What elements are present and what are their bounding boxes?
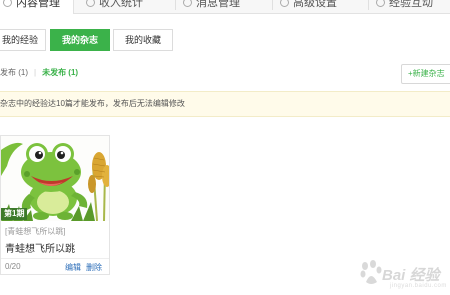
document-icon (3, 0, 12, 7)
tab-content-management[interactable]: 内容管理 (0, 0, 74, 14)
chart-icon (86, 0, 95, 7)
tab-label: 经验互动 (389, 0, 433, 9)
paw-logo-icon (360, 260, 382, 284)
subtab-my-favorites[interactable]: 我的收藏 (113, 29, 173, 51)
publish-filter: 发布 (1) | 未发布 (1) (0, 67, 78, 78)
tab-divider (368, 0, 369, 10)
tab-label: 收入统计 (99, 0, 143, 9)
tab-label: 高级设置 (293, 0, 337, 9)
baidu-watermark: Bai 经验 jingyan.baidu.com (360, 258, 450, 292)
article-count: 0/20 (5, 262, 21, 271)
magazine-card[interactable]: 第1期 [青蛙想飞所以跳] 青蛙想飞所以跳 0/20 编辑 删除 (0, 135, 110, 275)
edit-link[interactable]: 编辑 (65, 262, 81, 273)
notice-bar: 杂志中的经验达10篇才能发布，发布后无法编辑修改 (0, 91, 450, 117)
delete-link[interactable]: 删除 (86, 262, 102, 273)
gear-icon (280, 0, 289, 7)
tab-divider (175, 0, 176, 10)
subtab-my-magazine[interactable]: 我的杂志 (50, 29, 110, 51)
watermark-text: Bai 经验 (382, 267, 440, 284)
card-divider (1, 258, 109, 259)
tab-advanced-settings[interactable]: 高级设置 (280, 0, 337, 14)
tab-label: 内容管理 (16, 0, 60, 9)
issue-badge: 第1期 (1, 208, 28, 220)
filter-published[interactable]: 发布 (1) (0, 68, 28, 77)
tab-experience-interaction[interactable]: 经验互动 (376, 0, 433, 14)
watermark-url: jingyan.baidu.com (390, 283, 447, 289)
mail-icon (183, 0, 192, 7)
tab-message-management[interactable]: 消息管理 (183, 0, 240, 14)
top-nav: 内容管理 收入统计 消息管理 高级设置 经验互动 (0, 0, 450, 14)
tab-income-stats[interactable]: 收入统计 (86, 0, 143, 14)
tab-label: 消息管理 (196, 0, 240, 9)
subtab-my-experience[interactable]: 我的经验 (0, 29, 46, 51)
filter-divider: | (34, 68, 37, 77)
magazine-subtitle: [青蛙想飞所以跳] (5, 227, 66, 236)
new-magazine-button[interactable]: +新建杂志 (401, 64, 450, 84)
chat-icon (376, 0, 385, 7)
tab-divider (272, 0, 273, 10)
filter-unpublished[interactable]: 未发布 (1) (42, 68, 78, 77)
magazine-title[interactable]: 青蛙想飞所以跳 (5, 240, 75, 255)
